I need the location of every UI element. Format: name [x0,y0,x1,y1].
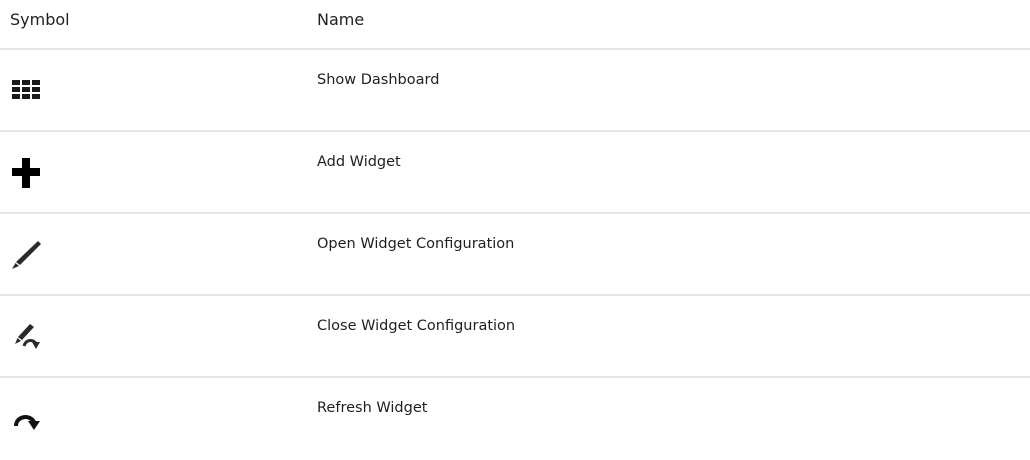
header-symbol: Symbol [10,10,70,29]
pencil-icon [10,238,42,270]
grid-icon [10,74,42,106]
row-label: Refresh Widget [317,400,428,416]
row-label: Close Widget Configuration [317,318,516,334]
plus-icon [10,156,42,188]
header-name: Name [317,10,365,29]
row-label: Add Widget [317,154,401,170]
pencil-undo-icon [10,320,42,352]
row-label: Show Dashboard [317,72,440,88]
refresh-icon [10,402,42,434]
table-row: Refresh Widget [0,378,1030,460]
table-header: Symbol Name [0,0,1030,50]
table-row: Add Widget [0,132,1030,214]
symbol-table: Symbol Name Show Dashboard Add Widget Op… [0,0,1030,460]
table-row: Open Widget Configuration [0,214,1030,296]
table-row: Show Dashboard [0,50,1030,132]
table-row: Close Widget Configuration [0,296,1030,378]
row-label: Open Widget Configuration [317,236,515,252]
